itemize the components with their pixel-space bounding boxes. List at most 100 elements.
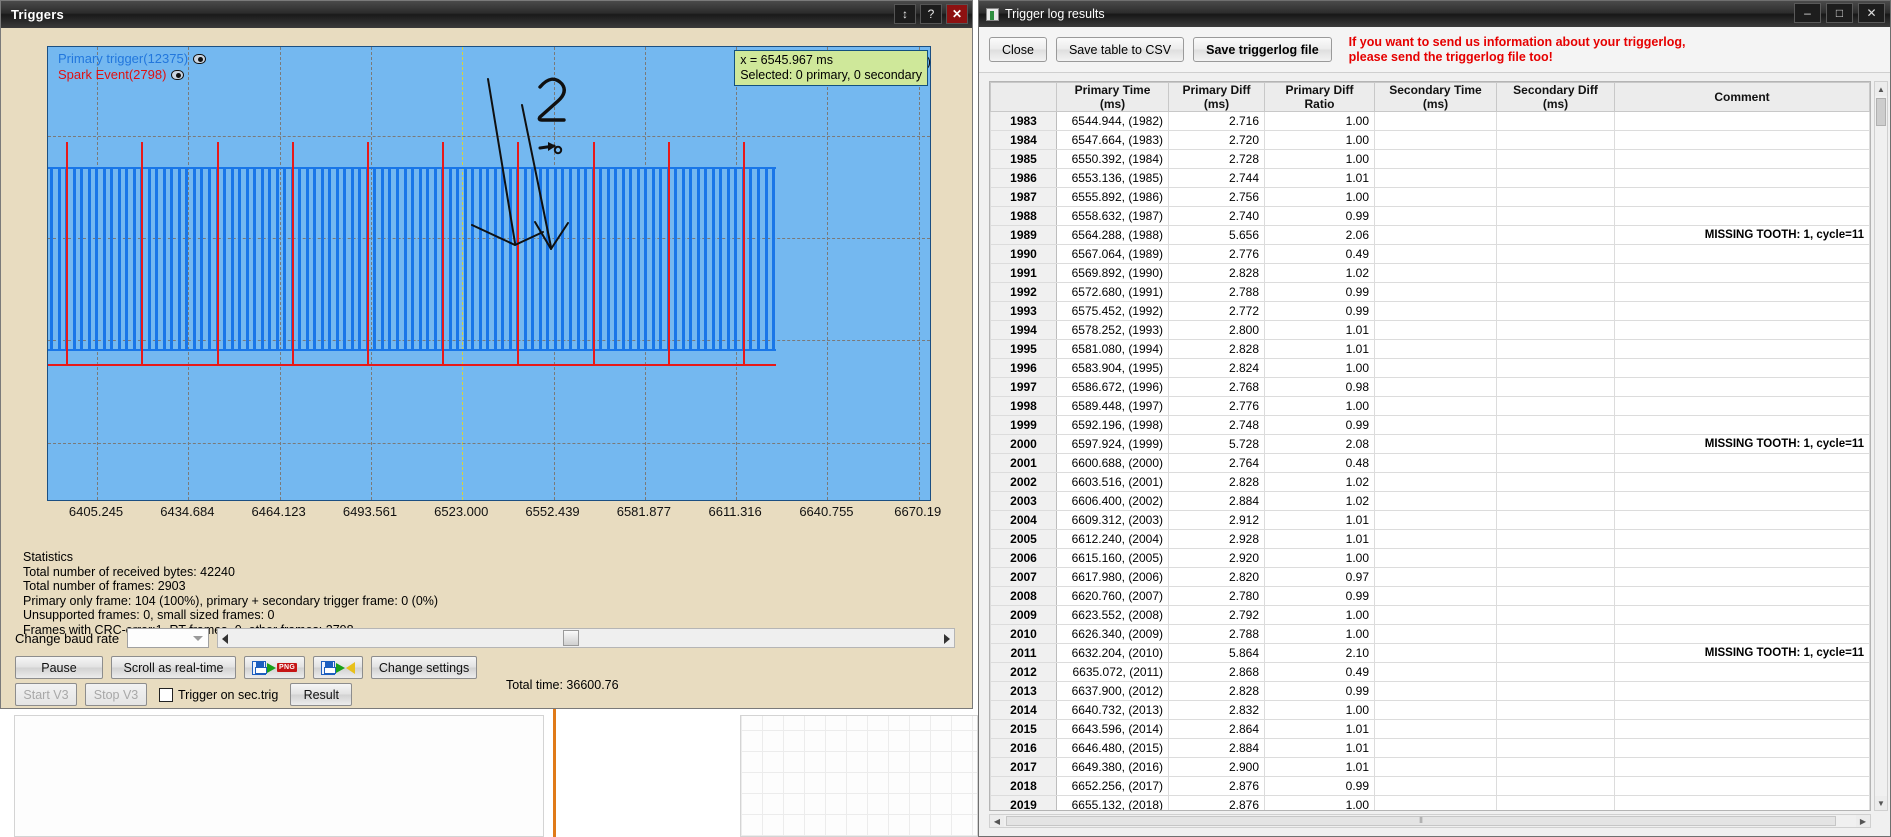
table-cell: 0.99 <box>1264 681 1375 701</box>
scroll-realtime-button[interactable]: Scroll as real-time <box>111 656 236 679</box>
table-cell: 6652.256, (2017) <box>1056 776 1169 796</box>
table-cell <box>1374 187 1497 207</box>
table-row[interactable]: 2004 6609.312, (2003) 2.912 1.01 <box>990 510 1870 530</box>
timeline-scrollbar[interactable] <box>217 628 955 648</box>
help-icon[interactable]: ? <box>920 4 942 24</box>
arrow-left-icon[interactable] <box>222 634 229 644</box>
vertical-scrollbar[interactable]: ▲ ▼ <box>1874 81 1888 811</box>
table-row[interactable]: 1989 6564.288, (1988) 5.656 2.06 MISSING TOO… <box>990 225 1870 245</box>
primary-trigger-pulse <box>207 167 211 349</box>
stop-v3-button[interactable]: Stop V3 <box>85 683 147 706</box>
table-row[interactable]: 1999 6592.196, (1998) 2.748 0.99 <box>990 415 1870 435</box>
table-row[interactable]: 1990 6567.064, (1989) 2.776 0.49 <box>990 244 1870 264</box>
table-row[interactable]: 2007 6617.980, (2006) 2.820 0.97 <box>990 567 1870 587</box>
table-cell: 2.828 <box>1168 339 1265 359</box>
table-column-header[interactable]: Primary Time (ms) <box>1056 82 1169 112</box>
table-row[interactable]: 1995 6581.080, (1994) 2.828 1.01 <box>990 339 1870 359</box>
table-row[interactable]: 1997 6586.672, (1996) 2.768 0.98 <box>990 377 1870 397</box>
table-row[interactable]: 1987 6555.892, (1986) 2.756 1.00 <box>990 187 1870 207</box>
horizontal-scrollbar[interactable]: ◀ ⦀ ▶ <box>989 814 1871 828</box>
minimize-icon[interactable]: – <box>1794 3 1821 23</box>
table-row[interactable]: 1991 6569.892, (1990) 2.828 1.02 <box>990 263 1870 283</box>
table-cell: 2.828 <box>1168 472 1265 492</box>
table-cell: 1.02 <box>1264 472 1375 492</box>
table-row[interactable]: 2000 6597.924, (1999) 5.728 2.08 MISSING TOO… <box>990 434 1870 454</box>
table-column-header[interactable]: Primary Diff (ms) <box>1168 82 1265 112</box>
table-row[interactable]: 1998 6589.448, (1997) 2.776 1.00 <box>990 396 1870 416</box>
scroll-right-icon[interactable]: ▶ <box>1856 815 1870 827</box>
eye-icon[interactable] <box>171 70 185 80</box>
start-v3-button[interactable]: Start V3 <box>15 683 77 706</box>
baud-rate-select[interactable] <box>127 628 210 648</box>
plot-area[interactable]: Primary trigger(12375) Spark Event(2798)… <box>47 46 931 501</box>
table-row[interactable]: 2016 6646.480, (2015) 2.884 1.01 <box>990 738 1870 758</box>
table-row[interactable]: 2002 6603.516, (2001) 2.828 1.02 <box>990 472 1870 492</box>
result-button[interactable]: Result <box>290 683 353 706</box>
close-button[interactable]: Close <box>989 37 1047 62</box>
pause-button[interactable]: Pause <box>15 656 103 679</box>
save-sound-button[interactable] <box>313 656 364 679</box>
table-row[interactable]: 2014 6640.732, (2013) 2.832 1.00 <box>990 700 1870 720</box>
table-row[interactable]: 1996 6583.904, (1995) 2.824 1.00 <box>990 358 1870 378</box>
table-row[interactable]: 2012 6635.072, (2011) 2.868 0.49 <box>990 662 1870 682</box>
table-row[interactable]: 1983 6544.944, (1982) 2.716 1.00 <box>990 111 1870 131</box>
save-triggerlog-file-button[interactable]: Save triggerlog file <box>1193 37 1332 62</box>
table-row[interactable]: 1985 6550.392, (1984) 2.728 1.00 <box>990 149 1870 169</box>
table-column-header[interactable]: Comment <box>1614 82 1870 112</box>
table-row[interactable]: 2009 6623.552, (2008) 2.792 1.00 <box>990 605 1870 625</box>
table-cell: 6609.312, (2003) <box>1056 510 1169 530</box>
table-cell: 1.00 <box>1264 130 1375 150</box>
primary-trigger-pulse <box>448 167 452 349</box>
eye-icon[interactable] <box>193 54 207 64</box>
close-icon[interactable]: ✕ <box>946 4 968 24</box>
primary-trigger-pulse <box>576 167 580 349</box>
triggers-titlebar[interactable]: Triggers ↕ ? ✕ <box>1 1 972 28</box>
table-row[interactable]: 1993 6575.452, (1992) 2.772 0.99 <box>990 301 1870 321</box>
scroll-down-icon[interactable]: ▼ <box>1875 796 1887 810</box>
save-table-to-csv-button[interactable]: Save table to CSV <box>1055 37 1185 62</box>
table-column-header[interactable]: Secondary Diff (ms) <box>1496 82 1615 112</box>
table-row[interactable]: 1992 6572.680, (1991) 2.788 0.99 <box>990 282 1870 302</box>
table-row[interactable]: 2011 6632.204, (2010) 5.864 2.10 MISSING TOO… <box>990 643 1870 663</box>
vertical-gridline <box>918 47 920 500</box>
table-row[interactable]: 2003 6606.400, (2002) 2.884 1.02 <box>990 491 1870 511</box>
trigger-log-table-container[interactable]: Primary Time (ms) Primary Diff (ms) Primar… <box>989 81 1871 811</box>
table-row[interactable]: 1988 6558.632, (1987) 2.740 0.99 <box>990 206 1870 226</box>
table-column-header[interactable]: Secondary Time (ms) <box>1374 82 1497 112</box>
scroll-up-icon[interactable]: ▲ <box>1875 82 1887 96</box>
table-row[interactable]: 2018 6652.256, (2017) 2.876 0.99 <box>990 776 1870 796</box>
table-row[interactable]: 2005 6612.240, (2004) 2.928 1.01 <box>990 529 1870 549</box>
save-png-button[interactable]: PNG <box>244 656 306 679</box>
table-row[interactable]: 1986 6553.136, (1985) 2.744 1.01 <box>990 168 1870 188</box>
trigger-chart: Primary trigger(12375) Spark Event(2798)… <box>31 38 941 519</box>
table-row[interactable]: 1984 6547.664, (1983) 2.720 1.00 <box>990 130 1870 150</box>
table-row[interactable]: 1994 6578.252, (1993) 2.800 1.01 <box>990 320 1870 340</box>
row-index: 2001 <box>990 453 1057 473</box>
table-row[interactable]: 2008 6620.760, (2007) 2.780 0.99 <box>990 586 1870 606</box>
table-row[interactable]: 2017 6649.380, (2016) 2.900 1.01 <box>990 757 1870 777</box>
log-titlebar[interactable]: Trigger log results – □ ✕ <box>979 1 1890 27</box>
table-row[interactable]: 2010 6626.340, (2009) 2.788 1.00 <box>990 624 1870 644</box>
resize-icon[interactable]: ↕ <box>894 4 916 24</box>
vertical-scrollbar-thumb[interactable] <box>1876 98 1886 126</box>
comment-cell <box>1614 776 1870 796</box>
scrollbar-thumb[interactable] <box>563 630 580 646</box>
table-row[interactable]: 2006 6615.160, (2005) 2.920 1.00 <box>990 548 1870 568</box>
maximize-icon[interactable]: □ <box>1826 3 1853 23</box>
horizontal-scrollbar-thumb[interactable]: ⦀ <box>1006 816 1836 826</box>
checkbox-icon[interactable] <box>159 687 173 702</box>
table-cell <box>1496 510 1615 530</box>
table-column-header[interactable]: Primary Diff Ratio <box>1264 82 1375 112</box>
table-row[interactable]: 2019 6655.132, (2018) 2.876 1.00 <box>990 795 1870 810</box>
table-cell: 1.00 <box>1264 149 1375 169</box>
primary-trigger-pulse <box>433 167 437 349</box>
scroll-left-icon[interactable]: ◀ <box>990 815 1004 827</box>
trigger-on-sectrig-checkbox[interactable]: Trigger on sec.trig <box>159 687 278 702</box>
close-icon[interactable]: ✕ <box>1858 3 1885 23</box>
table-row[interactable]: 2001 6600.688, (2000) 2.764 0.48 <box>990 453 1870 473</box>
arrow-right-icon[interactable] <box>944 634 950 644</box>
table-column-header[interactable] <box>990 82 1057 112</box>
change-settings-button[interactable]: Change settings <box>371 656 478 679</box>
table-row[interactable]: 2015 6643.596, (2014) 2.864 1.01 <box>990 719 1870 739</box>
table-row[interactable]: 2013 6637.900, (2012) 2.828 0.99 <box>990 681 1870 701</box>
